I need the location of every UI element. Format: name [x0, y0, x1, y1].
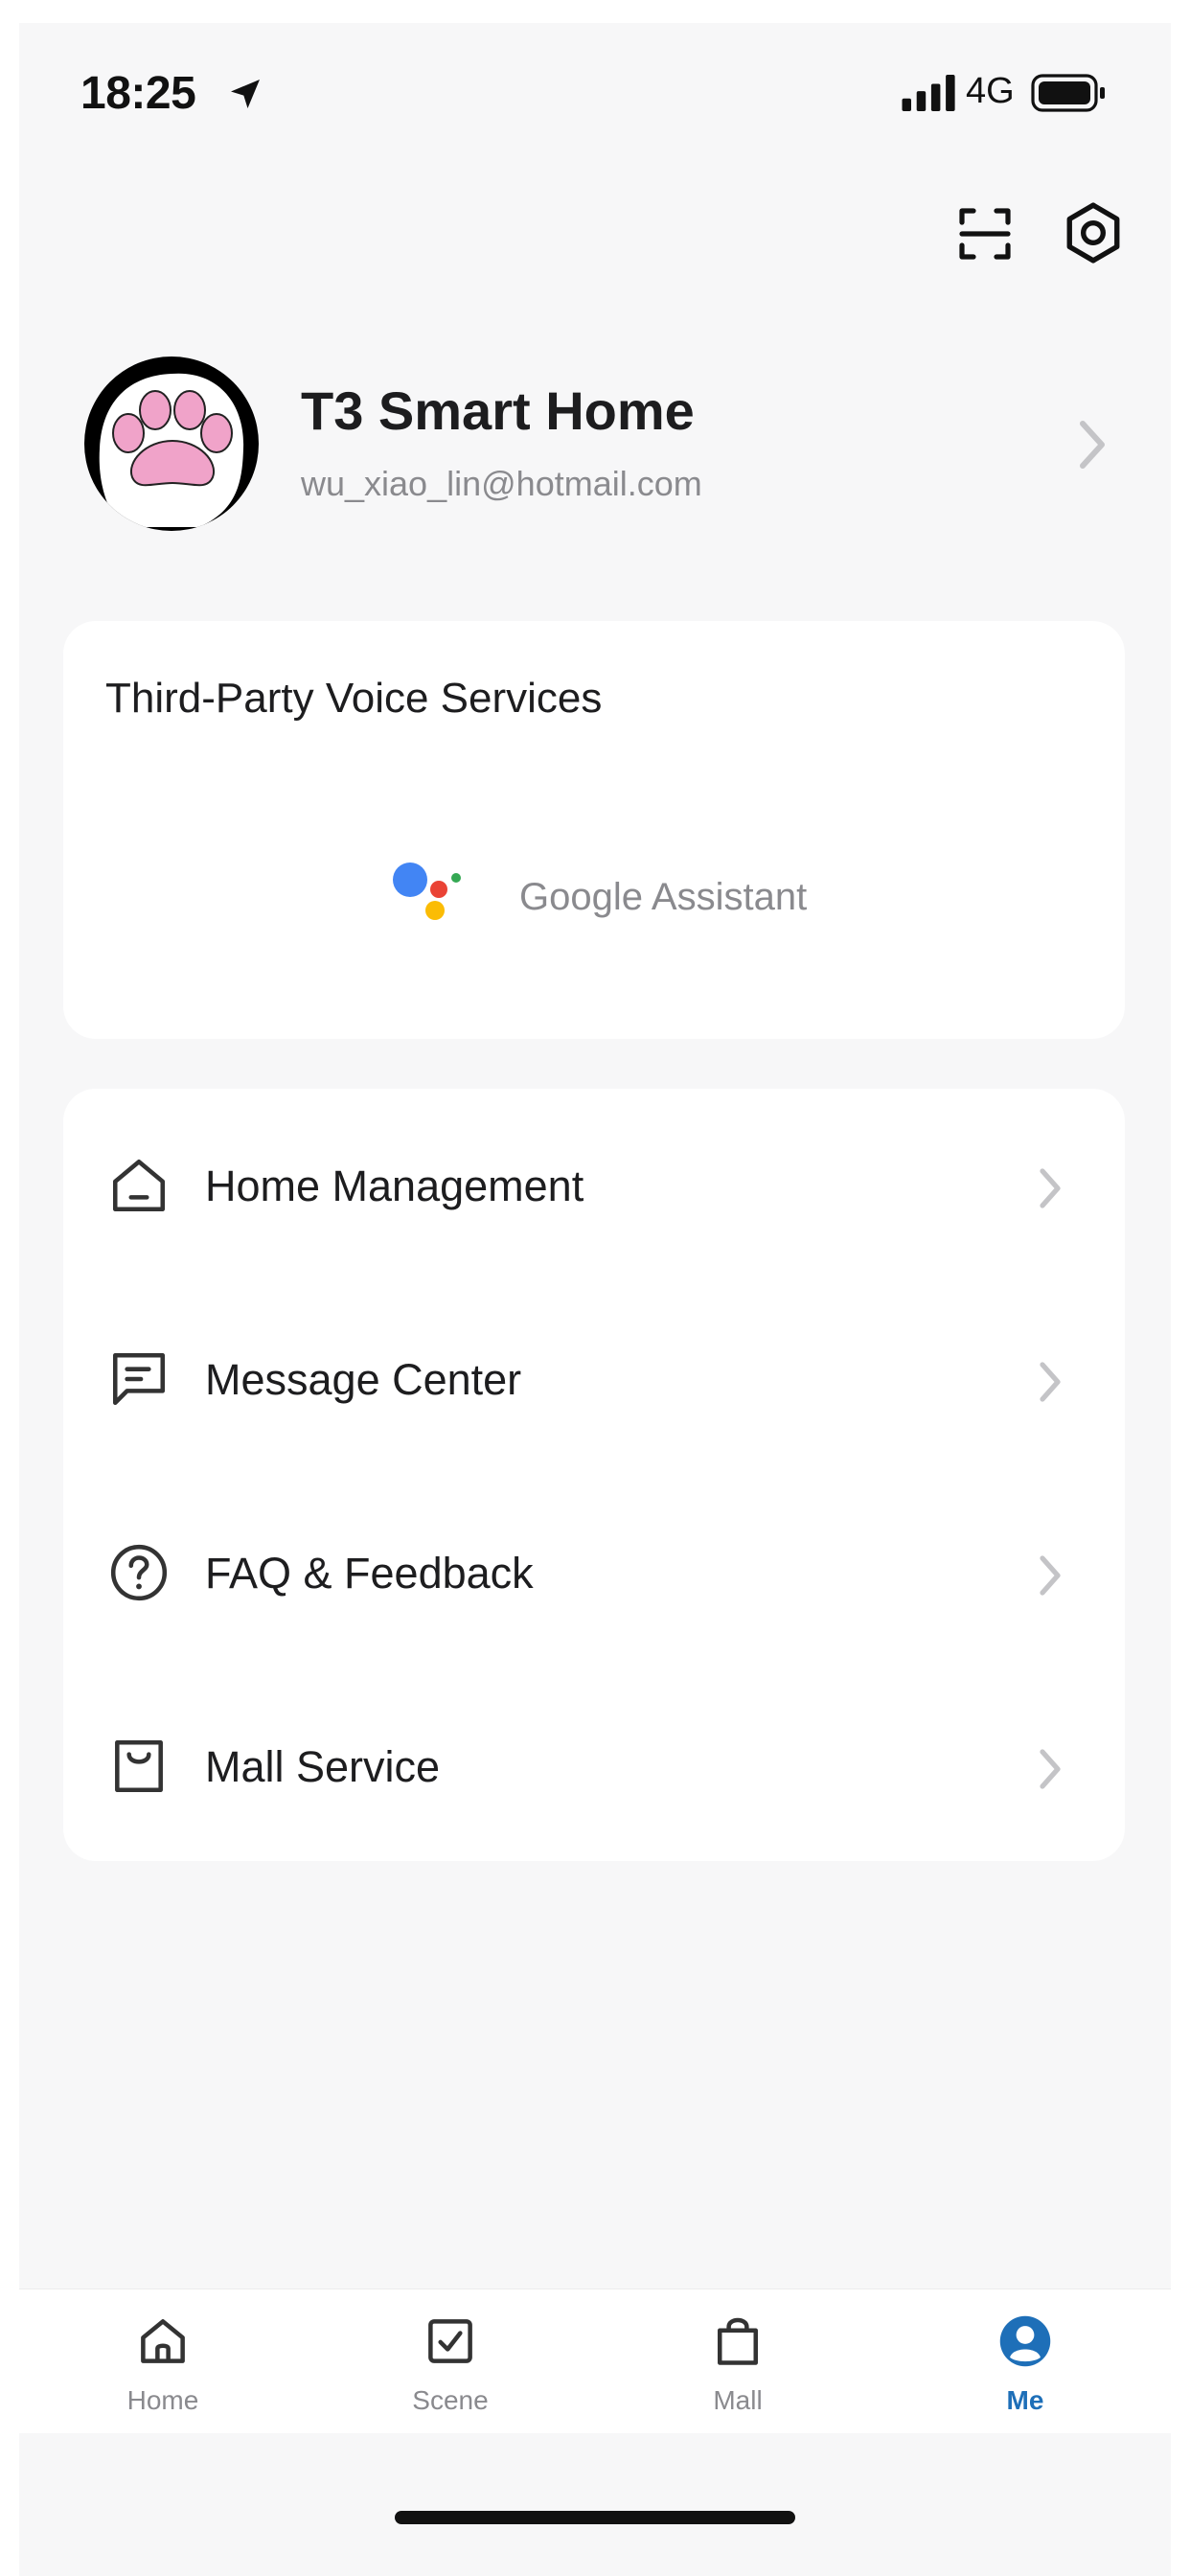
location-arrow-icon	[231, 80, 260, 108]
tab-me[interactable]: Me	[881, 2289, 1169, 2433]
bag-icon	[718, 2317, 758, 2365]
tab-mall[interactable]: Mall	[594, 2289, 881, 2433]
avatar[interactable]	[84, 356, 259, 531]
home-indicator	[395, 2511, 795, 2524]
menu-item-faq-feedback[interactable]: FAQ & Feedback	[63, 1476, 1125, 1669]
menu-item-home-management[interactable]: Home Management	[63, 1089, 1125, 1282]
menu-item-label: Home Management	[205, 1162, 584, 1210]
tab-label: Home	[126, 2385, 199, 2415]
scan-icon[interactable]	[954, 203, 1016, 264]
question-icon	[110, 1544, 168, 1601]
battery-icon	[1031, 74, 1105, 112]
menu-item-mall-service[interactable]: Mall Service	[63, 1669, 1125, 1863]
bag-icon	[115, 1739, 163, 1793]
menu-card: Home Management Message Center FAQ & Fee…	[63, 1089, 1125, 1861]
signal-icon	[902, 75, 955, 111]
chevron-right-icon	[1040, 1555, 1061, 1596]
tab-label: Me	[1006, 2385, 1044, 2415]
google-assistant-icon[interactable]	[389, 859, 468, 926]
voice-services-title: Third-Party Voice Services	[105, 675, 603, 722]
network-type: 4G	[966, 71, 1015, 111]
menu-item-message-center[interactable]: Message Center	[63, 1282, 1125, 1476]
profile-name[interactable]: T3 Smart Home	[301, 380, 695, 442]
menu-item-label: Mall Service	[205, 1742, 441, 1791]
tab-home[interactable]: Home	[19, 2289, 307, 2433]
home-icon	[112, 1159, 166, 1212]
chevron-right-icon	[1040, 1168, 1061, 1208]
tab-label: Mall	[713, 2385, 763, 2415]
chevron-right-icon	[1040, 1362, 1061, 1402]
tab-label: Scene	[412, 2385, 489, 2415]
status-time: 18:25	[80, 68, 196, 119]
chevron-right-icon	[1040, 1749, 1061, 1789]
paw-icon	[99, 373, 244, 527]
google-assistant-label[interactable]: Google Assistant	[519, 876, 807, 919]
message-icon	[112, 1352, 166, 1406]
tab-bar: Home Scene Mall Me	[19, 2288, 1171, 2433]
home-icon	[141, 2319, 185, 2363]
voice-services-card: Third-Party Voice Services Google Assist…	[63, 621, 1125, 1039]
chevron-right-icon[interactable]	[1073, 418, 1111, 472]
user-icon	[999, 2315, 1051, 2367]
settings-icon[interactable]	[1062, 201, 1125, 264]
tab-scene[interactable]: Scene	[307, 2289, 594, 2433]
menu-item-label: FAQ & Feedback	[205, 1549, 534, 1598]
profile-email: wu_xiao_lin@hotmail.com	[301, 464, 702, 503]
menu-item-label: Message Center	[205, 1355, 522, 1404]
checkbox-icon	[428, 2319, 472, 2363]
